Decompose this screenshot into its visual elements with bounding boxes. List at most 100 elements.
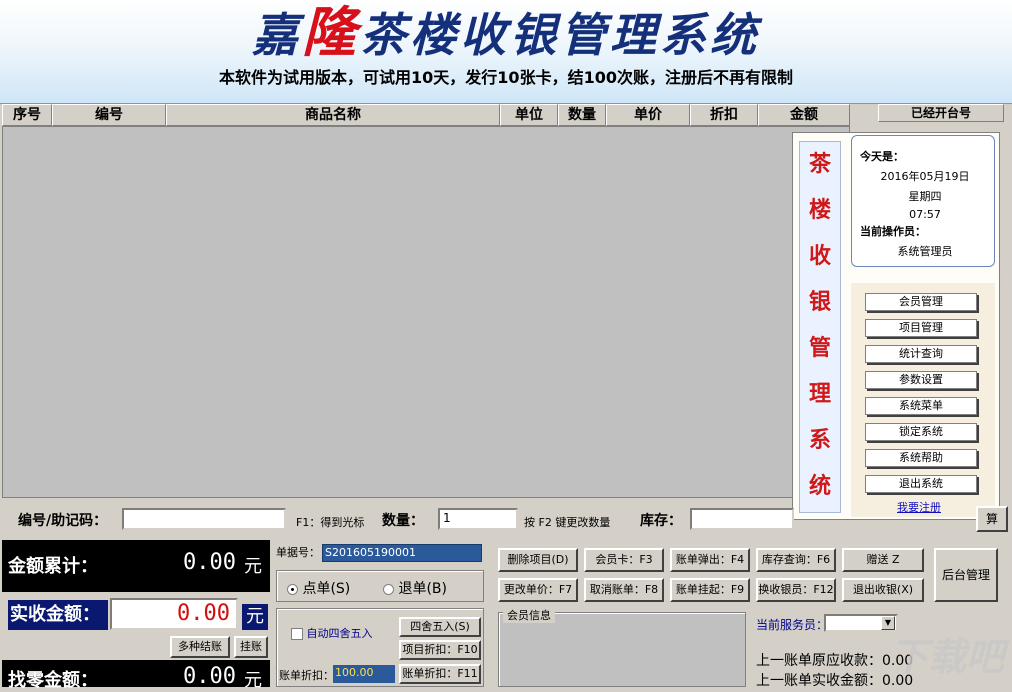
f2-hint: 按 F2 键更改数量 <box>524 516 611 529</box>
col-header[interactable]: 金额 <box>758 104 850 126</box>
order-grid[interactable] <box>2 126 850 498</box>
backend-management-button[interactable]: 后台管理 <box>934 548 998 602</box>
col-header[interactable]: 数量 <box>558 104 606 126</box>
entry-row: 编号/助记码： F1：得到光标 数量： 1 按 F2 键更改数量 库存： 算 <box>0 504 1012 534</box>
return-radio[interactable]: 退单(B) <box>383 578 447 598</box>
member-info-panel: 会员信息 <box>498 607 746 687</box>
parameter-settings-button[interactable]: 参数设置 <box>865 371 977 389</box>
col-header[interactable]: 单位 <box>500 104 558 126</box>
change-amount-label: 找零金额： <box>8 670 98 691</box>
bill-popup-button[interactable]: 账单弹出：F4 <box>670 548 750 572</box>
title-part-1: 嘉 <box>252 8 302 62</box>
col-header[interactable]: 单价 <box>606 104 690 126</box>
app-title: 嘉隆茶楼收银管理系统 <box>0 2 1012 62</box>
radio-selected-icon <box>287 583 298 595</box>
gift-button[interactable]: 赠送 Z <box>842 548 924 572</box>
return-radio-label: 退单(B) <box>398 581 447 597</box>
order-mode-group: 点单(S) 退单(B) <box>276 570 484 602</box>
open-tables-header: 已经开台号 <box>878 104 1004 122</box>
col-header[interactable]: 序号 <box>2 104 52 126</box>
code-label: 编号/助记码： <box>18 513 108 529</box>
order-no-field: S201605190001 <box>322 544 482 562</box>
col-header[interactable]: 商品名称 <box>166 104 500 126</box>
bill-discount-field[interactable]: 100.00 <box>333 665 395 683</box>
title-part-2: 茶楼收银管理系统 <box>360 8 760 62</box>
vertical-title: 茶 楼 收 银 管 理 系 统 <box>799 141 841 513</box>
current-weekday: 星期四 <box>908 190 942 203</box>
stock-field <box>690 508 794 530</box>
trial-notice: 本软件为试用版本，可试用10天，发行10张卡，结100次账，注册后不再有限制 <box>219 68 793 87</box>
system-menu-button[interactable]: 系统菜单 <box>865 397 977 415</box>
vertical-char: 茶 <box>808 152 831 177</box>
order-grid-header: 序号 编号 商品名称 单位 数量 单价 折扣 金额 <box>2 104 850 126</box>
vertical-char: 理 <box>808 382 831 407</box>
switch-cashier-button[interactable]: 换收银员：F12 <box>756 578 836 602</box>
cancel-bill-button[interactable]: 取消账单：F8 <box>584 578 664 602</box>
system-help-button[interactable]: 系统帮助 <box>865 449 977 467</box>
vertical-char: 楼 <box>808 198 831 223</box>
checkbox-icon <box>291 628 303 640</box>
round-button[interactable]: 四舍五入(S) <box>399 617 481 637</box>
bill-discount-label: 账单折扣： <box>279 669 334 682</box>
stock-query-button[interactable]: 库存查询：F6 <box>756 548 836 572</box>
item-management-button[interactable]: 项目管理 <box>865 319 977 337</box>
app-banner: 嘉隆茶楼收银管理系统 本软件为试用版本，可试用10天，发行10张卡，结100次账… <box>0 0 1012 104</box>
change-price-button[interactable]: 更改单价：F7 <box>498 578 578 602</box>
vertical-char: 收 <box>808 244 831 269</box>
received-amount-box: 实收金额： 0.00 元 <box>2 596 270 634</box>
auto-round-label: 自动四舍五入 <box>306 627 373 640</box>
vertical-char: 系 <box>808 428 831 453</box>
bill-discount-button[interactable]: 账单折扣：F11 <box>399 664 481 684</box>
exit-system-button[interactable]: 退出系统 <box>865 475 977 493</box>
waiter-select[interactable]: ▼ <box>824 614 898 632</box>
side-panel: 茶 楼 收 银 管 理 系 统 今天是： 2016年05月19日 星期四 07:… <box>792 132 1000 520</box>
total-amount-label: 金额累计： <box>8 556 98 577</box>
session-info: 今天是： 2016年05月19日 星期四 07:57 当前操作员： 系统管理员 <box>851 135 995 267</box>
current-date: 2016年05月19日 <box>880 170 970 183</box>
delete-item-button[interactable]: 删除项目(D) <box>498 548 578 572</box>
f1-hint: F1：得到光标 <box>296 516 365 529</box>
vertical-char: 管 <box>808 336 831 361</box>
radio-unselected-icon <box>383 583 394 595</box>
change-amount-box: 找零金额： 0.00 元 <box>2 660 270 691</box>
code-input[interactable] <box>122 508 286 530</box>
qty-input[interactable]: 1 <box>438 508 518 530</box>
hang-account-button[interactable]: 挂账 <box>234 636 268 658</box>
title-accent: 隆 <box>302 0 360 64</box>
waiter-label: 当前服务员： <box>756 618 829 632</box>
order-radio-label: 点单(S) <box>302 581 351 597</box>
watermark-logo: 下载吧 <box>889 635 1004 679</box>
current-time: 07:57 <box>909 208 941 221</box>
member-info-label: 会员信息 <box>503 607 555 623</box>
item-discount-button[interactable]: 项目折扣：F10 <box>399 640 481 660</box>
total-amount-value: 0.00 <box>183 550 236 575</box>
yuan-unit: 元 <box>244 670 262 691</box>
discount-group: 自动四舍五入 四舍五入(S) 项目折扣：F10 账单折扣： 100.00 账单折… <box>276 608 484 687</box>
order-radio[interactable]: 点单(S) <box>287 578 350 598</box>
multi-payment-button[interactable]: 多种结账 <box>170 636 230 658</box>
main-menu: 会员管理 项目管理 统计查询 参数设置 系统菜单 锁定系统 系统帮助 退出系统 … <box>851 283 995 517</box>
member-management-button[interactable]: 会员管理 <box>865 293 977 311</box>
vertical-char: 银 <box>808 290 831 315</box>
exit-cashier-button[interactable]: 退出收银(X) <box>842 578 924 602</box>
suspend-bill-button[interactable]: 账单挂起：F9 <box>670 578 750 602</box>
yuan-unit: 元 <box>244 556 262 577</box>
received-amount-input[interactable]: 0.00 <box>110 598 238 630</box>
auto-round-checkbox[interactable]: 自动四舍五入 <box>291 625 373 641</box>
yuan-unit: 元 <box>242 604 268 630</box>
change-amount-value: 0.00 <box>183 664 236 689</box>
operator-name: 系统管理员 <box>897 245 953 258</box>
qty-label: 数量： <box>382 513 424 529</box>
received-amount-label: 实收金额： <box>8 600 108 630</box>
lock-system-button[interactable]: 锁定系统 <box>865 423 977 441</box>
member-card-button[interactable]: 会员卡：F3 <box>584 548 664 572</box>
operator-label: 当前操作员： <box>860 225 926 238</box>
col-header[interactable]: 编号 <box>52 104 166 126</box>
today-label: 今天是： <box>860 150 904 163</box>
order-no-label: 单据号： <box>276 546 320 559</box>
statistics-query-button[interactable]: 统计查询 <box>865 345 977 363</box>
confirm-button[interactable]: 算 <box>976 506 1008 532</box>
col-header[interactable]: 折扣 <box>690 104 758 126</box>
stock-label: 库存： <box>640 513 682 529</box>
total-amount-box: 金额累计： 0.00 元 <box>2 540 270 592</box>
